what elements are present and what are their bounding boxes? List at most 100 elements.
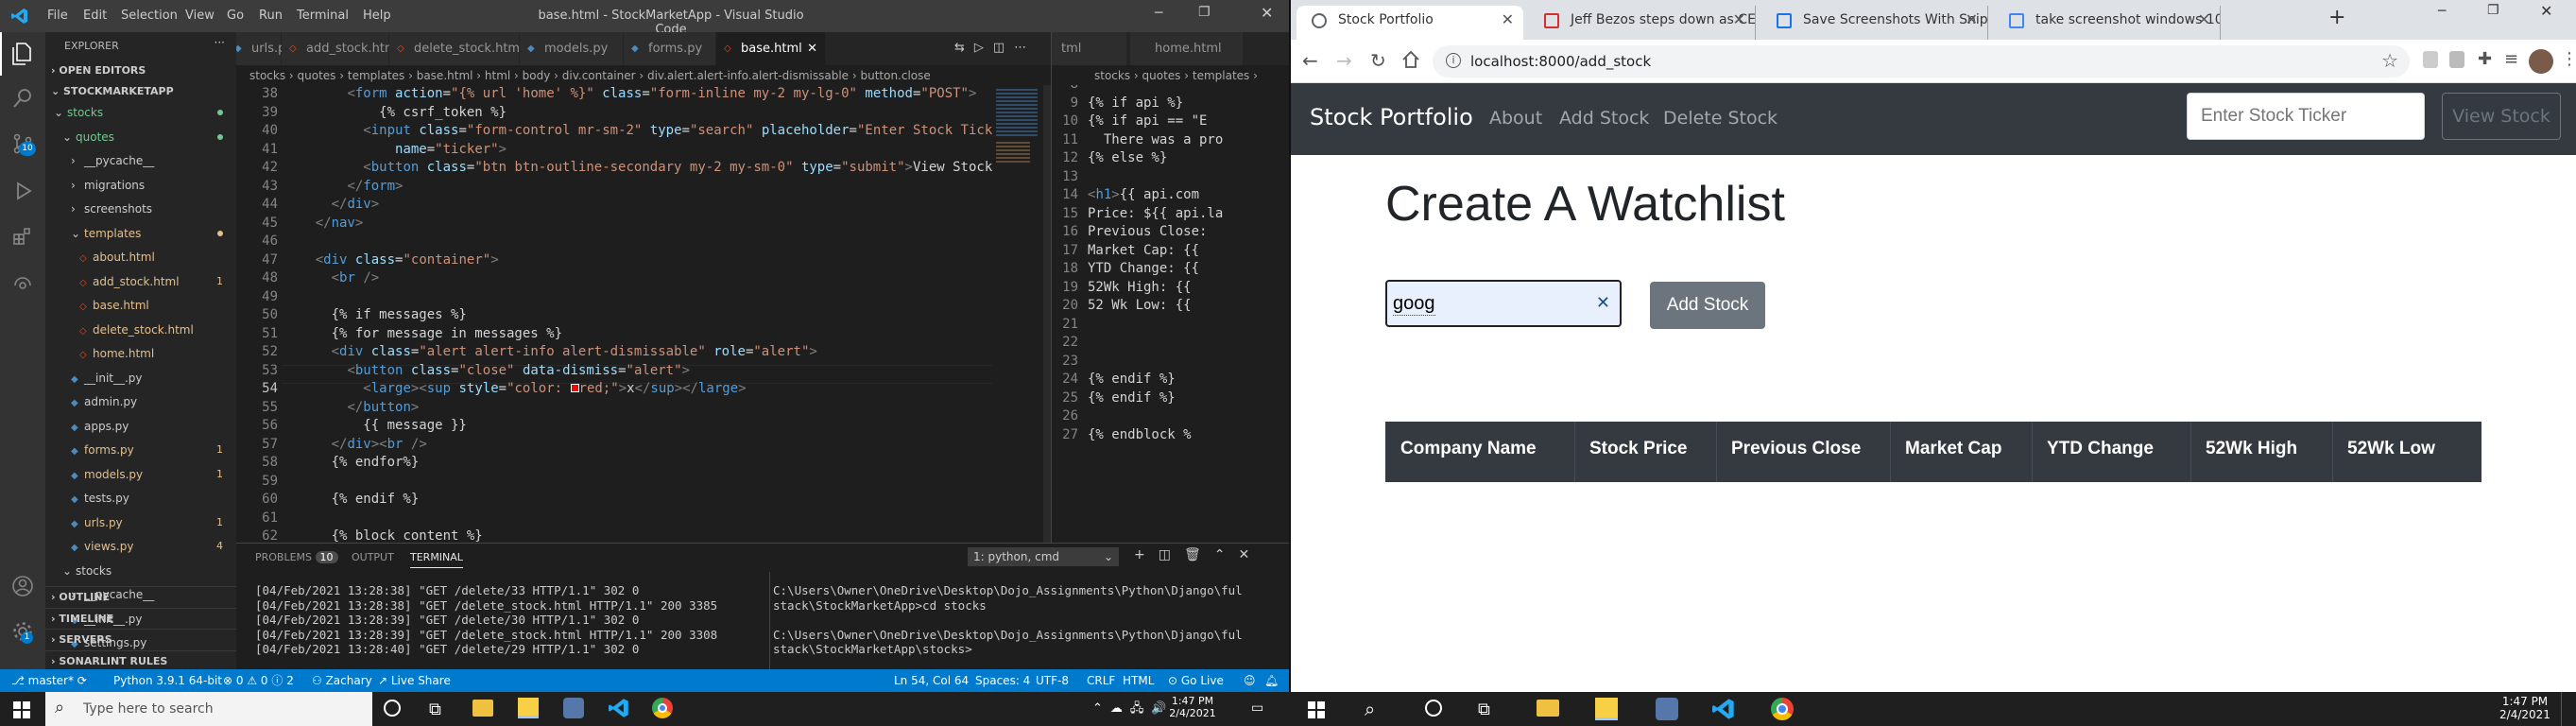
code-line[interactable]: {% if messages %} <box>283 306 467 325</box>
menu-go[interactable]: Go <box>227 9 244 23</box>
snip-sketch-icon[interactable] <box>1656 698 1678 720</box>
extensions-icon[interactable] <box>11 225 34 248</box>
nav-link-about[interactable]: About <box>1489 108 1542 129</box>
editor-tab-add-stock-html[interactable]: ◇ add_stock.html <box>282 32 400 65</box>
terminal-select[interactable]: 1: python, cmd ⌄ <box>968 547 1119 566</box>
code-line[interactable]: {% endfor%} <box>283 454 420 473</box>
end-of-line[interactable]: CRLF <box>1087 669 1115 692</box>
git-branch[interactable]: ⎇ master* ⟳ <box>11 669 87 692</box>
taskbar-clock-right[interactable]: 1:47 PM 2/4/2021 <box>2495 695 2555 721</box>
code-line[interactable]: <button class="close" data-dismiss="aler… <box>283 362 690 381</box>
file-explorer-icon[interactable] <box>472 700 493 717</box>
cortana-icon[interactable] <box>384 700 401 717</box>
code-line[interactable]: {% if api == "E <box>1088 112 1207 131</box>
section-servers[interactable]: › SERVERS <box>45 629 236 649</box>
file-item[interactable]: ◆ models.py 1 <box>45 464 236 485</box>
snip-sketch-icon[interactable] <box>563 698 584 718</box>
sticky-notes-icon[interactable] <box>1595 698 1618 720</box>
code-line[interactable]: Market Cap: {{ <box>1088 242 1199 261</box>
file-item[interactable]: ◆ forms.py 1 <box>45 440 236 460</box>
close-tab-icon[interactable]: ✕ <box>2198 6 2210 34</box>
tab-problems[interactable]: PROBLEMS 10 <box>255 551 338 563</box>
windows-start-icon[interactable] <box>1308 701 1325 718</box>
file-item[interactable]: ◇ add_stock.html 1 <box>45 271 236 292</box>
code-line[interactable]: {% if api %} <box>1088 95 1183 113</box>
file-item[interactable]: ◆ __init__.py <box>45 368 236 389</box>
editor-tab-models-py[interactable]: ◆ models.py <box>520 32 624 65</box>
code-line[interactable]: {% else %} <box>1088 149 1167 168</box>
windows-start-icon[interactable] <box>13 701 30 718</box>
code-line[interactable]: <button class="btn btn-outline-secondary… <box>283 159 992 178</box>
folder-item[interactable]: ⌄ stocks <box>45 561 236 581</box>
sticky-notes-icon[interactable] <box>518 698 539 718</box>
code-line[interactable]: YTD Change: {{ <box>1088 260 1199 279</box>
maximize-button[interactable]: ❐ <box>1198 5 1211 20</box>
code-line[interactable]: {{ message }} <box>283 417 467 436</box>
editor-scrollbar[interactable] <box>1043 85 1051 543</box>
new-tab-button[interactable]: + <box>2328 6 2345 29</box>
more-actions-icon[interactable]: ··· <box>215 36 225 49</box>
account-icon[interactable] <box>11 575 34 597</box>
code-line[interactable]: There was a pro <box>1088 131 1223 150</box>
editor-tab-base-html[interactable]: ◇ base.html ✕ <box>716 32 826 65</box>
nav-link-delete-stock[interactable]: Delete Stock <box>1663 108 1777 129</box>
open-editors-section[interactable]: › OPEN EDITORS <box>45 60 236 81</box>
close-tab-icon[interactable]: ✕ <box>1966 6 1978 34</box>
explorer-icon[interactable] <box>11 42 34 66</box>
code-line[interactable]: </div> <box>283 196 380 215</box>
editor-actions[interactable]: ⇆▷◫⋯ <box>954 41 1036 55</box>
search-icon[interactable] <box>11 87 34 110</box>
editor-tab-forms-py[interactable]: ◆ forms.py <box>624 32 716 65</box>
reload-icon[interactable]: ↻ <box>1370 49 1386 72</box>
browser-maximize-button[interactable]: ❐ <box>2487 3 2499 18</box>
feedback-icon[interactable]: ☺ <box>1244 669 1256 692</box>
vscode-taskbar-icon[interactable] <box>609 698 629 718</box>
menu-run[interactable]: Run <box>259 9 283 23</box>
code-line[interactable]: Price: ${{ api.la <box>1088 205 1223 224</box>
minimap[interactable] <box>992 85 1043 543</box>
folder-item[interactable]: › __pycache__ <box>45 150 236 171</box>
code-line[interactable]: {% csrf_token %} <box>283 104 507 123</box>
file-explorer-icon[interactable] <box>1537 700 1559 717</box>
show-desktop-button[interactable] <box>2561 692 2565 726</box>
task-view-icon[interactable]: ⧉ <box>1478 700 1490 719</box>
encoding[interactable]: UTF-8 <box>1036 669 1069 692</box>
editor-tab-right[interactable]: tml <box>1052 32 1127 65</box>
code-line[interactable]: name="ticker"> <box>283 141 507 160</box>
url-text[interactable]: localhost:8000/add_stock <box>1470 53 1651 70</box>
browser-minimize-button[interactable]: ─ <box>2438 4 2446 19</box>
minimize-button[interactable]: ─ <box>1155 6 1162 21</box>
go-live-button[interactable]: ⊙ Go Live <box>1168 669 1224 692</box>
extensions-puzzle-icon[interactable]: ✚ <box>2478 49 2492 69</box>
code-line[interactable]: <br /> <box>283 269 380 288</box>
taskbar-clock-left[interactable]: 1:47 PM 2/4/2021 <box>1164 695 1221 719</box>
folder-item[interactable]: ⌄ quotes <box>45 127 236 147</box>
view-stock-button[interactable]: View Stock <box>2442 93 2561 140</box>
problems-summary[interactable]: ⊗ 0 ⚠ 0 ⓘ 2 <box>223 669 294 692</box>
second-editor-group[interactable]: 89 {% if api %} 10 {% if api == "E 11 There … <box>1052 85 1289 543</box>
close-window-button[interactable]: ✕ <box>1261 4 1273 22</box>
nav-link-add-stock[interactable]: Add Stock <box>1559 108 1649 129</box>
taskbar-search-box[interactable]: ⌕ Type here to search <box>45 692 372 726</box>
code-line[interactable]: {% for message in messages %} <box>283 325 562 344</box>
code-line[interactable]: </button> <box>283 399 419 418</box>
menu-edit[interactable]: Edit <box>83 9 107 23</box>
code-line[interactable]: {% endif %} <box>1088 371 1176 389</box>
close-tab-icon[interactable]: ✕ <box>1733 6 1745 34</box>
vscode-taskbar-icon[interactable] <box>1712 698 1735 720</box>
add-stock-button[interactable]: Add Stock <box>1650 282 1765 329</box>
terminal-output-cmd[interactable]: C:\Users\Owner\OneDrive\Desktop\Dojo_Ass… <box>773 583 1243 657</box>
file-item[interactable]: ◆ views.py 4 <box>45 536 236 557</box>
code-line[interactable]: <large><sup style="color: red;">x</sup><… <box>283 380 746 399</box>
add-ticker-input[interactable]: goog ✕ <box>1385 280 1622 327</box>
profile-avatar[interactable] <box>2529 49 2553 74</box>
cortana-icon[interactable] <box>1425 700 1442 717</box>
source-control-icon[interactable]: 10 <box>11 132 36 156</box>
tab-output[interactable]: OUTPUT <box>352 551 394 563</box>
file-item[interactable]: ◆ urls.py 1 <box>45 512 236 533</box>
action-center-icon[interactable]: ▭ <box>1251 700 1263 716</box>
indentation[interactable]: Spaces: 4 <box>975 669 1030 692</box>
chrome-menu-icon[interactable]: ⋮ <box>2561 49 2576 69</box>
file-item[interactable]: ◆ admin.py <box>45 391 236 412</box>
terminal-output-server[interactable]: [04/Feb/2021 13:28:38] "GET /delete/33 H… <box>255 583 717 657</box>
